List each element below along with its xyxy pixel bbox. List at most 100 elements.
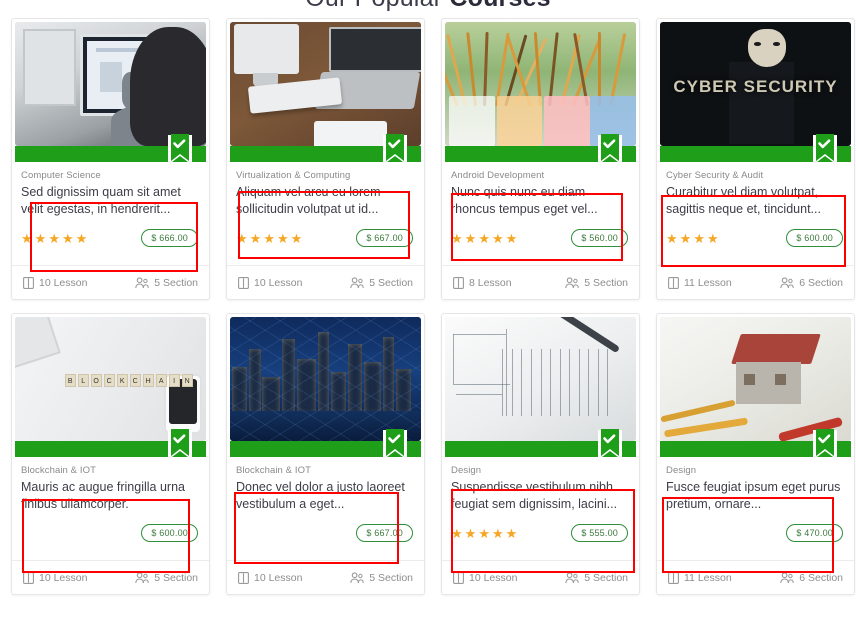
section-count: 5 Section (135, 277, 198, 289)
course-title[interactable]: Nunc quis nunc eu diam rhoncus tempus eg… (451, 184, 630, 218)
course-card[interactable]: Virtualization & ComputingAliquam vel ar… (226, 18, 425, 300)
bookmark-check-icon[interactable] (380, 429, 410, 469)
course-footer: 10 Lesson5 Section (227, 265, 424, 299)
image-blockchain-tiles: BLOCKCHAIN (15, 317, 206, 441)
star-icon: ★ (250, 232, 262, 245)
image-city-network (230, 317, 421, 441)
star-icon: ★ (506, 232, 518, 245)
course-thumbnail[interactable]: BLOCKCHAIN (15, 317, 206, 441)
course-body: Blockchain & IOTDonec vel dolor a justo … (227, 457, 424, 544)
lesson-count: 8 Lesson (453, 277, 512, 289)
bookmark-check-icon[interactable] (380, 134, 410, 174)
course-title[interactable]: Curabitur vel diam volutpat, sagittis ne… (666, 184, 845, 218)
bookmark-check-icon[interactable] (595, 134, 625, 174)
rating-price-row: ★★★★$ 600.00 (666, 227, 845, 249)
section-count-label: 6 Section (799, 277, 843, 289)
course-title[interactable]: Aliquam vel arcu eu lorem sollicitudin v… (236, 184, 415, 218)
courses-page: Our Popular Courses Computer ScienceSed … (0, 0, 856, 601)
rating-price-row: ★★★★★$ 666.00 (21, 227, 200, 249)
bookmark-check-icon[interactable] (810, 134, 840, 174)
star-icon: ★ (707, 232, 719, 245)
section-count-label: 6 Section (799, 572, 843, 584)
bookmark-check-icon[interactable] (595, 429, 625, 469)
course-card[interactable]: CYBER SECURITYCyber Security & AuditCura… (656, 18, 855, 300)
page-title-light: Our Popular (305, 0, 449, 12)
price-badge: $ 667.00 (356, 229, 413, 247)
image-house-model (660, 317, 851, 441)
course-grid: Computer ScienceSed dignissim quam sit a… (0, 12, 856, 595)
book-icon (453, 572, 464, 584)
people-icon (565, 572, 579, 584)
price-badge: $ 560.00 (571, 229, 628, 247)
course-thumbnail[interactable] (445, 317, 636, 441)
price-badge: $ 600.00 (786, 229, 843, 247)
book-icon (238, 572, 249, 584)
page-title-strong: Courses (449, 0, 550, 12)
book-icon (23, 572, 34, 584)
book-icon (23, 277, 34, 289)
course-card[interactable]: Android DevelopmentNunc quis nunc eu dia… (441, 18, 640, 300)
star-icon: ★ (506, 527, 518, 540)
star-icon: ★ (666, 232, 678, 245)
image-paintbrushes (445, 22, 636, 146)
rating-price-row: ★★★★★$ 555.00 (451, 522, 630, 544)
course-title[interactable]: Suspendisse vestibulum nibh feugiat sem … (451, 479, 630, 513)
section-count-label: 5 Section (154, 277, 198, 289)
image-virtualization-desk (230, 22, 421, 146)
price-badge: $ 555.00 (571, 524, 628, 542)
course-title[interactable]: Fusce feugiat ipsum eget purus pretium, … (666, 479, 845, 513)
lesson-count-label: 11 Lesson (684, 277, 732, 289)
course-thumbnail[interactable] (15, 22, 206, 146)
star-icon: ★ (451, 527, 463, 540)
price-badge: $ 600.00 (141, 524, 198, 542)
course-card[interactable]: DesignSuspendisse vestibulum nibh feugia… (441, 313, 640, 595)
course-title[interactable]: Donec vel dolor a justo laoreet vestibul… (236, 479, 415, 513)
course-title[interactable]: Sed dignissim quam sit amet velit egesta… (21, 184, 200, 218)
course-thumbnail[interactable]: CYBER SECURITY (660, 22, 851, 146)
section-count: 5 Section (135, 572, 198, 584)
rating-stars: ★★★★★ (451, 527, 517, 540)
course-body: DesignSuspendisse vestibulum nibh feugia… (442, 457, 639, 544)
course-card[interactable]: DesignFusce feugiat ipsum eget purus pre… (656, 313, 855, 595)
section-count: 5 Section (565, 572, 628, 584)
course-thumbnail[interactable] (445, 22, 636, 146)
section-count-label: 5 Section (584, 277, 628, 289)
star-icon: ★ (263, 232, 275, 245)
bookmark-check-icon[interactable] (810, 429, 840, 469)
section-count: 5 Section (350, 572, 413, 584)
star-icon: ★ (465, 527, 477, 540)
star-icon: ★ (492, 527, 504, 540)
price-badge: $ 667.00 (356, 524, 413, 542)
course-title[interactable]: Mauris ac augue fringilla urna finibus u… (21, 479, 200, 513)
section-count: 6 Section (780, 277, 843, 289)
course-body: Android DevelopmentNunc quis nunc eu dia… (442, 162, 639, 249)
course-body: Computer ScienceSed dignissim quam sit a… (12, 162, 209, 249)
course-thumbnail[interactable] (660, 317, 851, 441)
course-footer: 10 Lesson5 Section (12, 560, 209, 594)
course-card[interactable]: Blockchain & IOTDonec vel dolor a justo … (226, 313, 425, 595)
star-icon: ★ (492, 232, 504, 245)
image-computer-science (15, 22, 206, 146)
bookmark-check-icon[interactable] (165, 134, 195, 174)
star-icon: ★ (478, 527, 490, 540)
section-count: 5 Section (350, 277, 413, 289)
lesson-count: 10 Lesson (453, 572, 517, 584)
rating-stars: ★★★★★ (21, 232, 87, 245)
course-thumbnail[interactable] (230, 317, 421, 441)
star-icon: ★ (35, 232, 47, 245)
lesson-count: 10 Lesson (23, 277, 87, 289)
star-icon: ★ (277, 232, 289, 245)
course-card[interactable]: Computer ScienceSed dignissim quam sit a… (11, 18, 210, 300)
bookmark-check-icon[interactable] (165, 429, 195, 469)
course-thumbnail[interactable] (230, 22, 421, 146)
star-icon: ★ (451, 232, 463, 245)
people-icon (135, 277, 149, 289)
course-footer: 10 Lesson5 Section (227, 560, 424, 594)
course-card[interactable]: BLOCKCHAINBlockchain & IOTMauris ac augu… (11, 313, 210, 595)
rating-stars: ★★★★★ (236, 232, 302, 245)
course-footer: 8 Lesson 5 Section (442, 265, 639, 299)
course-body: DesignFusce feugiat ipsum eget purus pre… (657, 457, 854, 544)
lesson-count-label: 10 Lesson (39, 277, 87, 289)
star-icon: ★ (21, 232, 33, 245)
people-icon (780, 277, 794, 289)
